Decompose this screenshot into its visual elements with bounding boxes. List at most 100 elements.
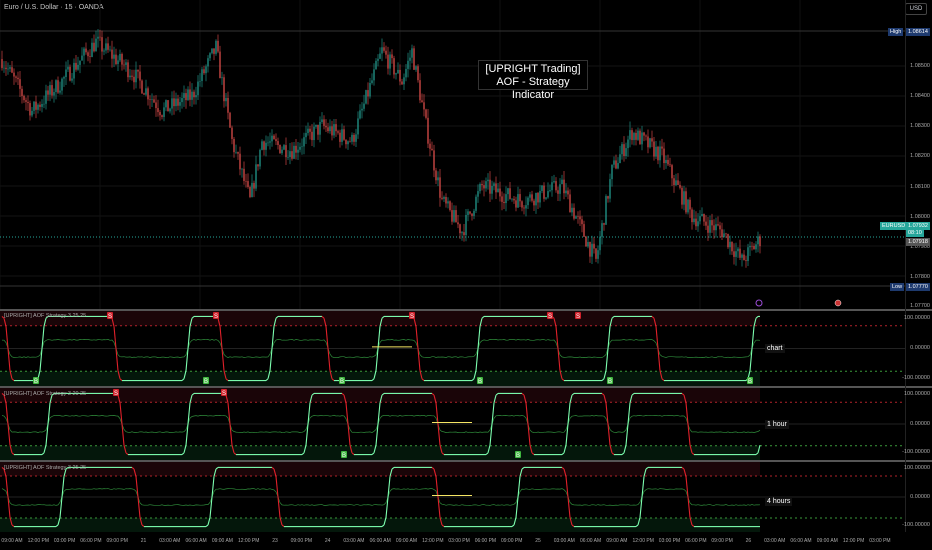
candle-body	[687, 199, 689, 213]
sell-marker-label: S	[108, 314, 112, 320]
candle-body	[579, 216, 581, 220]
candle-body	[389, 54, 391, 69]
candle-body	[493, 183, 495, 186]
candle-body	[411, 48, 413, 58]
candle-body	[133, 76, 135, 83]
candle-body	[513, 198, 515, 201]
candle-body	[657, 146, 659, 161]
candle-body	[601, 223, 603, 237]
osc-axis-label: 100.00000	[904, 465, 930, 471]
candle-body	[137, 69, 139, 72]
candle-body	[511, 198, 513, 200]
candle-body	[237, 152, 239, 154]
time-label: 26	[745, 538, 752, 544]
candle-body	[651, 138, 653, 142]
candle-body	[377, 58, 379, 61]
candle-body	[727, 234, 729, 248]
candle-body	[241, 168, 243, 170]
candle-body	[59, 90, 61, 93]
candle-body	[317, 124, 319, 135]
candle-body	[153, 99, 155, 103]
candle-body	[549, 190, 551, 192]
candle-body	[709, 220, 711, 233]
candle-body	[359, 110, 361, 119]
candle-body	[131, 75, 133, 77]
candle-body	[169, 108, 171, 112]
candle-body	[97, 36, 99, 39]
candle-body	[731, 241, 733, 252]
candle-body	[615, 160, 617, 169]
candle-body	[77, 64, 79, 70]
candle-body	[461, 232, 463, 234]
candle-body	[129, 75, 131, 78]
candle-body	[345, 139, 347, 145]
candle-body	[415, 66, 417, 70]
candle-body	[603, 223, 605, 225]
candle-body	[629, 130, 631, 140]
candle-body	[71, 78, 73, 81]
candle-body	[123, 64, 125, 66]
candle-body	[119, 53, 121, 61]
timeframe-label: chart	[765, 344, 785, 353]
candle-body	[749, 245, 751, 248]
buy-marker-label: B	[342, 453, 346, 459]
candle-body	[503, 201, 505, 204]
candle-body	[555, 181, 557, 191]
candle-body	[243, 168, 245, 181]
time-label: 06:00 AM	[369, 538, 391, 544]
candle-body	[149, 99, 151, 101]
buy-signal-marker: B	[203, 377, 209, 385]
candle-body	[669, 164, 671, 166]
candle-body	[529, 194, 531, 198]
candle-body	[527, 197, 529, 206]
price-axis[interactable]: 1.08500 1.08400 1.08300 1.08200 1.08100 …	[902, 0, 932, 532]
time-label: 24	[324, 538, 331, 544]
low-value-tag: 1.07770	[906, 283, 930, 291]
candle-body	[141, 80, 143, 94]
candle-body	[573, 207, 575, 219]
candle-body	[343, 129, 345, 140]
time-label: 09:00 PM	[106, 538, 128, 544]
candle-body	[363, 103, 365, 109]
time-label: 12:00 PM	[842, 538, 865, 544]
candle-body	[211, 48, 213, 54]
osc-axis-label: 0.00000	[910, 421, 930, 427]
candle-body	[417, 66, 419, 81]
candle-body	[253, 182, 255, 189]
price-chart[interactable]	[0, 0, 905, 310]
candle-body	[187, 89, 189, 101]
candle-body	[1, 59, 3, 69]
event-icon	[755, 299, 763, 307]
candle-body	[185, 93, 187, 101]
candle-body	[273, 135, 275, 140]
indicator-title[interactable]: [UPRIGHT] AOF Strategy 3 25 25	[4, 465, 86, 471]
candle-body	[539, 190, 541, 203]
indicator-title[interactable]: [UPRIGHT] AOF Strategy 3 25 25	[4, 313, 86, 319]
candle-body	[385, 50, 387, 55]
candle-body	[725, 233, 727, 235]
candle-body	[29, 103, 31, 116]
candle-body	[17, 77, 19, 80]
candle-body	[87, 52, 89, 57]
time-axis[interactable]: 09:00 AM 12:00 PM 03:00 PM 06:00 PM 09:00 PM…	[0, 533, 905, 550]
candle-body	[145, 88, 147, 95]
candle-body	[437, 177, 439, 181]
candle-body	[627, 139, 629, 149]
candle-body	[159, 112, 161, 116]
candle-body	[575, 216, 577, 219]
candle-body	[347, 141, 349, 145]
candle-body	[751, 245, 753, 247]
time-label: 03:00 AM	[764, 538, 786, 544]
indicator-title[interactable]: [UPRIGHT] AOF Strategy 3 20 25	[4, 391, 86, 397]
candle-body	[245, 180, 247, 182]
candle-body	[469, 211, 471, 214]
candle-body	[741, 254, 743, 258]
candle-body	[213, 48, 215, 54]
candle-body	[655, 146, 657, 157]
buy-marker-label: B	[340, 379, 344, 385]
candle-body	[453, 210, 455, 222]
candle-body	[271, 135, 273, 142]
candle-body	[69, 66, 71, 81]
candle-body	[369, 82, 371, 97]
candle-body	[251, 182, 253, 198]
